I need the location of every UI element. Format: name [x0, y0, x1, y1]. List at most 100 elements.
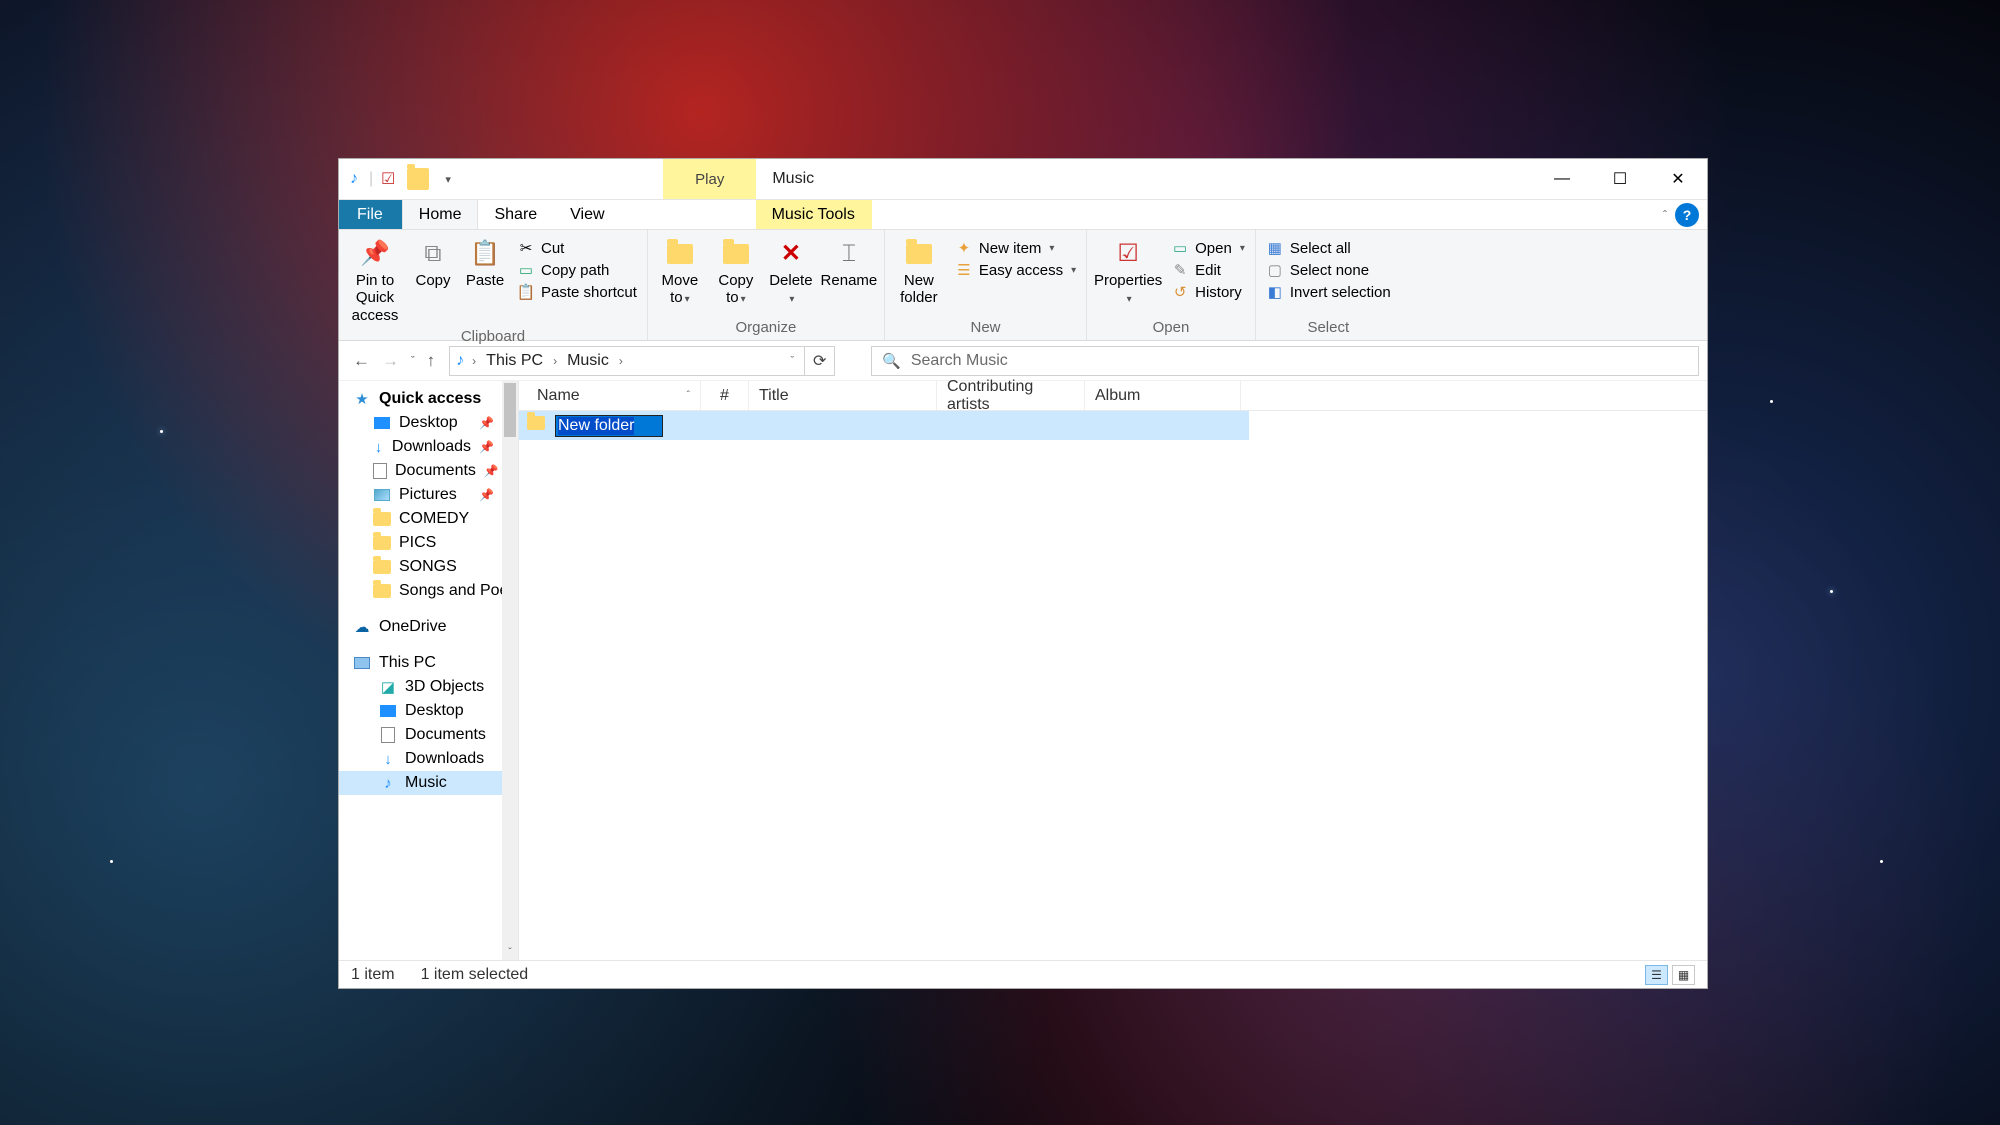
scroll-down-icon[interactable]: ˇ	[508, 947, 511, 958]
select-all-button[interactable]: ▦Select all	[1262, 238, 1395, 258]
paste-icon: 📋	[469, 238, 501, 270]
contextual-tab-play[interactable]: Play	[663, 159, 756, 199]
nav-onedrive[interactable]: ☁OneDrive	[339, 615, 518, 639]
paste-button[interactable]: 📋 Paste	[461, 236, 509, 291]
easy-access-icon: ☰	[955, 261, 973, 279]
nav-desktop-pc[interactable]: Desktop	[339, 699, 518, 723]
view-large-icons-button[interactable]: ▦	[1672, 965, 1695, 985]
breadcrumb-music[interactable]: Music	[565, 352, 611, 370]
edit-icon: ✎	[1171, 261, 1189, 279]
copy-path-button[interactable]: ▭Copy path	[513, 260, 641, 280]
tab-music-tools[interactable]: Music Tools	[756, 200, 872, 229]
help-icon[interactable]: ?	[1675, 203, 1699, 227]
address-bar[interactable]: ♪ › This PC › Music › ˇ	[449, 346, 805, 376]
new-folder-icon	[903, 238, 935, 270]
copy-to-button[interactable]: Copy to▾	[710, 236, 762, 309]
address-dropdown-icon[interactable]: ˇ	[787, 355, 799, 367]
file-rows[interactable]	[519, 411, 1707, 960]
tab-view[interactable]: View	[554, 200, 621, 229]
collapse-ribbon-icon[interactable]: ˆ	[1655, 200, 1675, 229]
chevron-right-icon[interactable]: ›	[549, 354, 561, 368]
chevron-right-icon[interactable]: ›	[615, 354, 627, 368]
nav-desktop[interactable]: Desktop📌	[339, 411, 518, 435]
invert-selection-icon: ◧	[1266, 283, 1284, 301]
new-item-button[interactable]: ✦New item▾	[951, 238, 1080, 258]
qat-dropdown-icon[interactable]: ▾	[437, 168, 459, 190]
nav-quick-access[interactable]: ★Quick access	[339, 387, 518, 411]
minimize-button[interactable]: —	[1533, 159, 1591, 199]
delete-button[interactable]: ✕Delete▾	[766, 236, 816, 309]
close-button[interactable]: ✕	[1649, 159, 1707, 199]
pin-quick-access-button[interactable]: 📌 Pin to Quick access	[345, 236, 405, 326]
column-name[interactable]: Nameˆ	[527, 381, 701, 410]
invert-selection-button[interactable]: ◧Invert selection	[1262, 282, 1395, 302]
edit-button[interactable]: ✎Edit	[1167, 260, 1249, 280]
file-row[interactable]	[519, 411, 1249, 440]
new-folder-button[interactable]: New folder	[891, 236, 947, 309]
history-button[interactable]: ↺History	[1167, 282, 1249, 302]
status-item-count: 1 item	[351, 966, 395, 984]
nav-comedy[interactable]: COMEDY	[339, 507, 518, 531]
open-icon: ▭	[1171, 239, 1189, 257]
column-album[interactable]: Album	[1085, 381, 1241, 410]
chevron-right-icon[interactable]: ›	[468, 354, 480, 368]
tab-file[interactable]: File	[339, 200, 402, 229]
open-button[interactable]: ▭Open▾	[1167, 238, 1249, 258]
copy-button[interactable]: ⧉ Copy	[409, 236, 457, 291]
nav-this-pc[interactable]: This PC	[339, 651, 518, 675]
nav-pictures[interactable]: Pictures📌	[339, 483, 518, 507]
view-details-button[interactable]: ☰	[1645, 965, 1668, 985]
nav-songs[interactable]: SONGS	[339, 555, 518, 579]
nav-up-button[interactable]: ↑	[427, 351, 436, 371]
nav-back-button[interactable]: ←	[353, 351, 370, 371]
nav-music[interactable]: ♪Music	[339, 771, 518, 795]
breadcrumb-this-pc[interactable]: This PC	[484, 352, 545, 370]
nav-documents-pc[interactable]: Documents	[339, 723, 518, 747]
ribbon-group-organize: Move to▾ Copy to▾ ✕Delete▾ ⌶Rename Organ…	[648, 230, 885, 340]
search-box[interactable]: 🔍 Search Music	[871, 346, 1699, 376]
qat-newfolder-icon[interactable]	[407, 168, 429, 190]
cut-button[interactable]: ✂Cut	[513, 238, 641, 258]
move-to-button[interactable]: Move to▾	[654, 236, 706, 309]
nav-recent-dropdown[interactable]: ˇ	[411, 355, 415, 367]
nav-songs-poem[interactable]: Songs and Poem	[339, 579, 518, 603]
title-bar[interactable]: ♪ | ☑ ▾ Play Music — ☐ ✕	[339, 159, 1707, 200]
paste-shortcut-button[interactable]: 📋Paste shortcut	[513, 282, 641, 302]
refresh-button[interactable]: ⟳	[805, 346, 835, 376]
select-all-icon: ▦	[1266, 239, 1284, 257]
select-none-button[interactable]: ▢Select none	[1262, 260, 1395, 280]
qat-properties-icon[interactable]: ☑	[377, 168, 399, 190]
quick-access-toolbar: ☑ ▾	[373, 159, 463, 199]
nav-forward-button[interactable]: →	[382, 351, 399, 371]
ribbon-group-new: New folder ✦New item▾ ☰Easy access▾ New	[885, 230, 1087, 340]
status-bar: 1 item 1 item selected ☰ ▦	[339, 960, 1707, 988]
music-icon: ♪	[379, 774, 397, 792]
column-contributing-artists[interactable]: Contributing artists	[937, 381, 1085, 410]
rename-input[interactable]	[555, 415, 663, 437]
folder-icon	[373, 534, 391, 552]
maximize-button[interactable]: ☐	[1591, 159, 1649, 199]
column-title[interactable]: Title	[749, 381, 937, 410]
nav-downloads-pc[interactable]: ↓Downloads	[339, 747, 518, 771]
column-headers: Nameˆ # Title Contributing artists Album	[519, 381, 1707, 411]
nav-scrollbar[interactable]: ˆˇ	[502, 381, 518, 960]
nav-documents[interactable]: Documents📌	[339, 459, 518, 483]
move-to-icon	[664, 238, 696, 270]
nav-downloads[interactable]: ↓Downloads📌	[339, 435, 518, 459]
column-track-number[interactable]: #	[701, 381, 749, 410]
navigation-pane: ★Quick access Desktop📌 ↓Downloads📌 Docum…	[339, 381, 519, 960]
nav-3d-objects[interactable]: ◪3D Objects	[339, 675, 518, 699]
folder-icon	[527, 416, 547, 436]
scroll-thumb[interactable]	[504, 383, 516, 437]
easy-access-button[interactable]: ☰Easy access▾	[951, 260, 1080, 280]
nav-pics[interactable]: PICS	[339, 531, 518, 555]
copy-to-icon	[720, 238, 752, 270]
search-placeholder: Search Music	[911, 352, 1008, 370]
ribbon: 📌 Pin to Quick access ⧉ Copy 📋 Paste ✂Cu…	[339, 230, 1707, 341]
tab-share[interactable]: Share	[478, 200, 554, 229]
tab-home[interactable]: Home	[402, 200, 479, 229]
status-selected-count: 1 item selected	[421, 966, 529, 984]
new-item-icon: ✦	[955, 239, 973, 257]
rename-button[interactable]: ⌶Rename	[820, 236, 878, 291]
properties-button[interactable]: ☑Properties▾	[1093, 236, 1163, 309]
